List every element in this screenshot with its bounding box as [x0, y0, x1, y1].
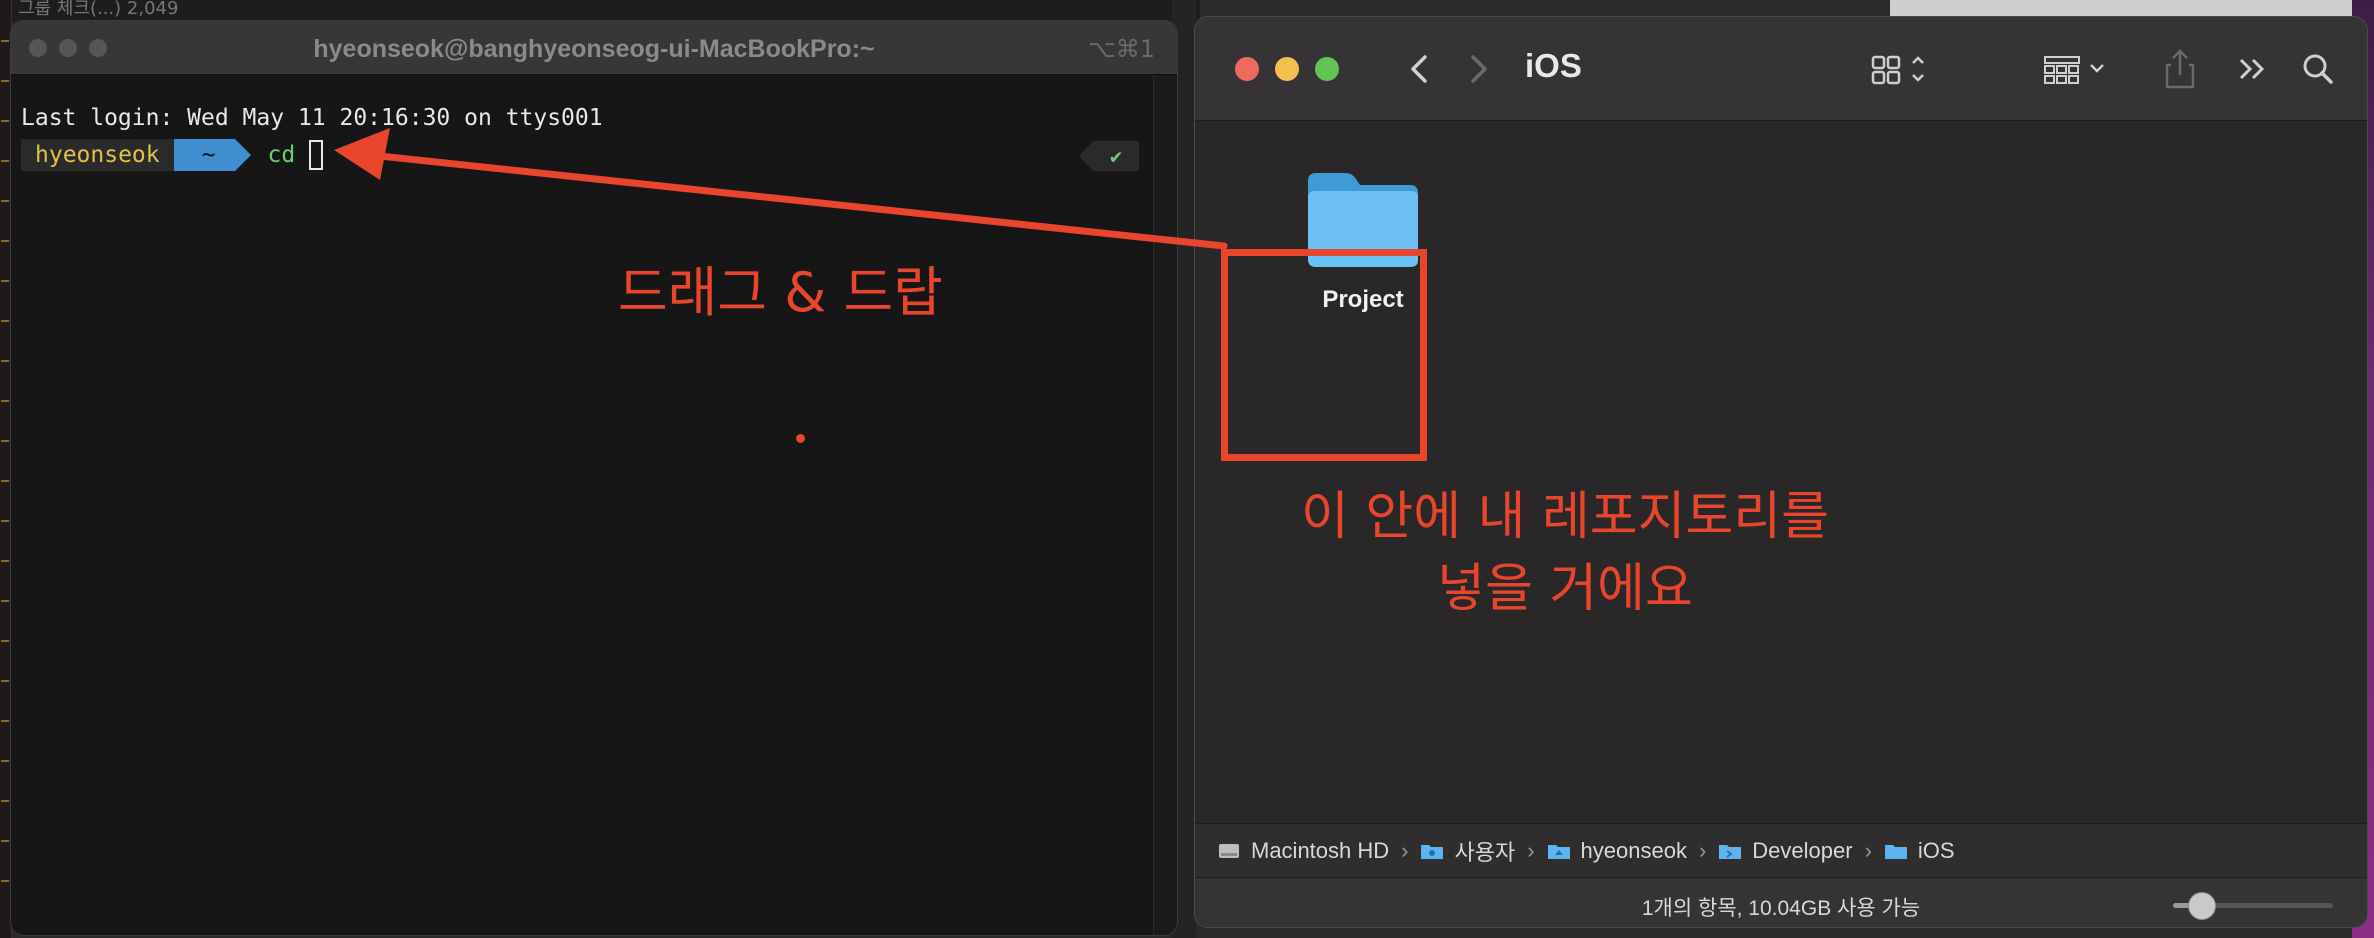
- path-label: 사용자: [1454, 839, 1516, 865]
- share-icon[interactable]: [2157, 45, 2203, 93]
- repository-annotation: 이 안에 내 레포지토리를 넣을 거에요: [1285, 481, 1845, 625]
- terminal-scrollbar[interactable]: [1153, 75, 1177, 935]
- path-item-ios[interactable]: iOS: [1884, 838, 1955, 864]
- minimize-button[interactable]: [1275, 57, 1299, 81]
- status-bar: 1개의 항목, 10.04GB 사용 가능: [1195, 877, 2367, 927]
- path-item-developer[interactable]: Developer ›: [1718, 838, 1884, 864]
- view-grid-icon[interactable]: [1867, 45, 1937, 93]
- path-label: Macintosh HD: [1251, 837, 1390, 863]
- finder-content-area[interactable]: Project 이 안에 내 레포지토리를 넣을 거에요: [1195, 121, 2367, 823]
- window-shortcut: ⌥⌘1: [1088, 35, 1155, 63]
- path-bar: Macintosh HD › 사용자 › hyeonseok › Develop…: [1195, 823, 2367, 877]
- prompt-directory-segment: ~: [173, 139, 252, 171]
- chevron-right-icon: ›: [1698, 837, 1707, 863]
- status-check-icon: ✔: [1079, 141, 1139, 171]
- prompt-user-segment: hyeonseok: [21, 139, 190, 171]
- chevron-right-icon: ›: [1401, 837, 1409, 863]
- chevron-right-icon: ›: [1864, 837, 1872, 863]
- terminal-title: hyeonseok@banghyeonseog-ui-MacBookPro:~: [313, 35, 875, 63]
- finder-toolbar[interactable]: iOS: [1195, 17, 2367, 121]
- last-login-line: Last login: Wed May 11 20:16:30 on ttys0…: [21, 105, 603, 131]
- icon-size-slider-thumb[interactable]: [2187, 892, 2216, 920]
- shell-prompt: hyeonseok ~ cd: [21, 139, 324, 171]
- finder-window[interactable]: iOS Project 이 안에 내 레포지토리를 넣을 거에요 Macinto…: [1194, 16, 2368, 928]
- window-title: iOS: [1525, 47, 1582, 84]
- zoom-button[interactable]: [1315, 57, 1339, 81]
- path-label: Developer: [1752, 837, 1853, 863]
- path-item-macintosh-hd[interactable]: Macintosh HD ›: [1217, 838, 1420, 864]
- drag-drop-annotation: 드래그 & 드랍: [618, 261, 943, 324]
- close-button[interactable]: [1235, 57, 1259, 81]
- highlight-rectangle: [1221, 249, 1427, 461]
- folder-icon: [1884, 844, 1907, 859]
- terminal-window[interactable]: hyeonseok@banghyeonseog-ui-MacBookPro:~ …: [10, 20, 1178, 936]
- text-cursor: [309, 140, 324, 170]
- annotation-dot: [796, 434, 805, 443]
- desktop-background-window: 그룹 체크(...) 2,049: [0, 0, 1200, 22]
- repository-annotation-line-2: 넣을 거에요: [1437, 559, 1693, 619]
- chevron-right-icon: ›: [1527, 837, 1535, 863]
- search-icon[interactable]: [2295, 45, 2341, 93]
- developer-folder-icon: [1719, 844, 1742, 859]
- more-toolbar-icon[interactable]: [2231, 45, 2277, 93]
- typed-command: cd: [267, 142, 296, 168]
- back-icon[interactable]: [1401, 45, 1437, 93]
- path-item-users[interactable]: 사용자 ›: [1420, 835, 1546, 867]
- terminal-body[interactable]: Last login: Wed May 11 20:16:30 on ttys0…: [11, 75, 1177, 935]
- home-folder-icon: [1547, 844, 1570, 859]
- background-window-text: 그룹 체크(...) 2,049: [18, 0, 179, 19]
- hard-drive-icon: [1219, 843, 1239, 858]
- forward-icon[interactable]: [1461, 45, 1497, 93]
- path-item-hyeonseok[interactable]: hyeonseok ›: [1547, 838, 1719, 864]
- folder-icon: [1421, 844, 1444, 859]
- terminal-titlebar[interactable]: hyeonseok@banghyeonseog-ui-MacBookPro:~ …: [11, 21, 1177, 75]
- path-label: hyeonseok: [1580, 837, 1687, 863]
- group-by-icon[interactable]: [2039, 45, 2119, 93]
- path-label: iOS: [1917, 837, 1955, 863]
- repository-annotation-line-1: 이 안에 내 레포지토리를: [1301, 487, 1829, 547]
